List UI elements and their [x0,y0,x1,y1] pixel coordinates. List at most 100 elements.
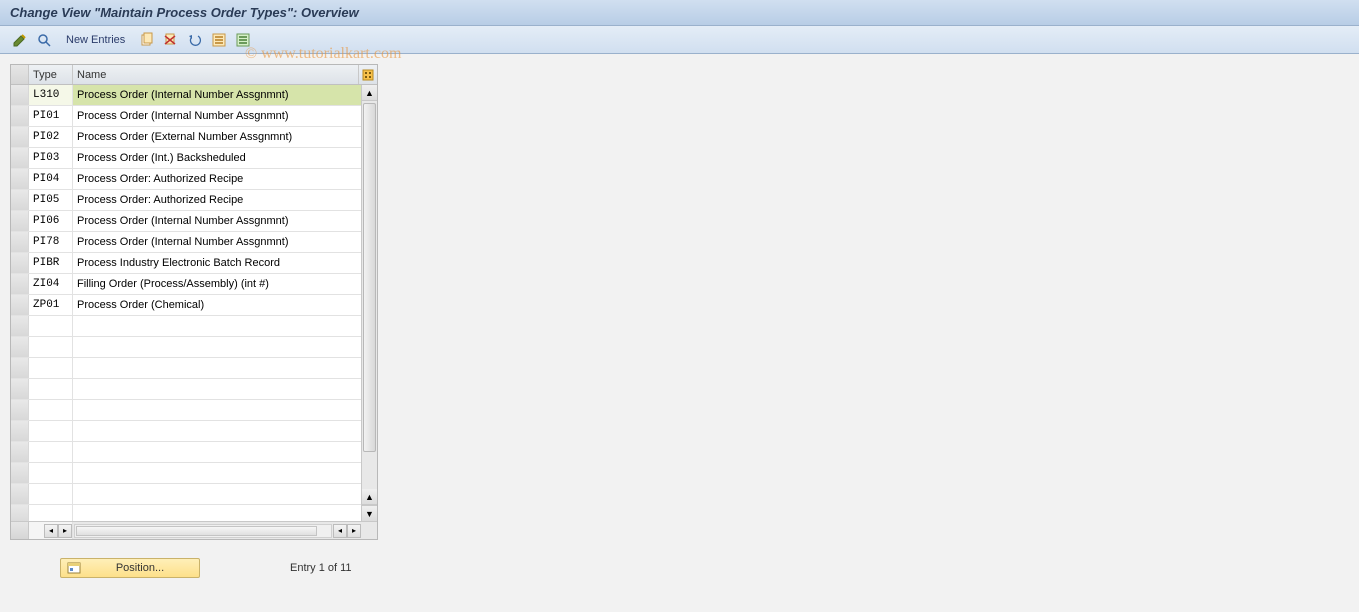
table-settings-icon[interactable] [359,65,377,84]
row-selector[interactable] [11,442,29,462]
row-selector[interactable] [11,400,29,420]
cell-type[interactable] [29,463,73,483]
cell-name[interactable] [73,316,361,336]
row-selector[interactable] [11,505,29,521]
table-row[interactable]: PI04Process Order: Authorized Recipe [11,169,361,190]
cell-type[interactable] [29,379,73,399]
vertical-scrollbar[interactable]: ▲ ▲ ▼ [361,85,377,521]
cell-type[interactable]: PIBR [29,253,73,273]
cell-name[interactable] [73,337,361,357]
cell-type[interactable] [29,400,73,420]
cell-name[interactable] [73,400,361,420]
row-selector[interactable] [11,169,29,189]
cell-type[interactable] [29,316,73,336]
scroll-left-icon[interactable]: ▸ [58,524,72,538]
cell-name[interactable]: Process Order (Internal Number Assgnmnt) [73,106,361,126]
cell-type[interactable]: PI04 [29,169,73,189]
cell-name[interactable]: Process Order (Int.) Backsheduled [73,148,361,168]
scroll-thumb[interactable] [363,103,376,452]
cell-name[interactable]: Filling Order (Process/Assembly) (int #) [73,274,361,294]
cell-type[interactable]: ZP01 [29,295,73,315]
table-row[interactable]: ZI04Filling Order (Process/Assembly) (in… [11,274,361,295]
table-row[interactable] [11,316,361,337]
cell-type[interactable]: ZI04 [29,274,73,294]
row-selector[interactable] [11,295,29,315]
row-selector[interactable] [11,316,29,336]
deselect-all-icon[interactable] [233,30,253,50]
cell-name[interactable] [73,421,361,441]
details-icon[interactable] [34,30,54,50]
row-selector[interactable] [11,421,29,441]
cell-name[interactable]: Process Order: Authorized Recipe [73,190,361,210]
cell-name[interactable] [73,442,361,462]
cell-name[interactable] [73,484,361,504]
row-selector[interactable] [11,253,29,273]
table-row[interactable]: L310Process Order (Internal Number Assgn… [11,85,361,106]
row-selector[interactable] [11,190,29,210]
row-selector[interactable] [11,148,29,168]
cell-type[interactable]: PI02 [29,127,73,147]
table-row[interactable] [11,400,361,421]
table-row[interactable] [11,463,361,484]
new-entries-button[interactable]: New Entries [58,30,133,50]
scroll-up2-icon[interactable]: ▲ [362,489,377,505]
horizontal-scrollbar[interactable]: ◂ ▸ ◂ ▸ [11,521,377,539]
scroll-right-end-icon[interactable]: ▸ [347,524,361,538]
cell-type[interactable] [29,484,73,504]
cell-name[interactable]: Process Order: Authorized Recipe [73,169,361,189]
position-button[interactable]: Position... [60,558,200,578]
cell-name[interactable]: Process Order (Internal Number Assgnmnt) [73,232,361,252]
cell-name[interactable] [73,505,361,521]
select-all-icon[interactable] [209,30,229,50]
table-row[interactable] [11,505,361,521]
scroll-left-end-icon[interactable]: ◂ [44,524,58,538]
cell-type[interactable] [29,421,73,441]
cell-name[interactable]: Process Order (External Number Assgnmnt) [73,127,361,147]
cell-name[interactable] [73,463,361,483]
table-row[interactable]: PI05Process Order: Authorized Recipe [11,190,361,211]
cell-type[interactable]: PI05 [29,190,73,210]
row-selector[interactable] [11,484,29,504]
cell-type[interactable] [29,337,73,357]
delete-icon[interactable] [161,30,181,50]
row-selector[interactable] [11,106,29,126]
cell-type[interactable]: PI01 [29,106,73,126]
change-icon[interactable] [10,30,30,50]
table-row[interactable]: ZP01Process Order (Chemical) [11,295,361,316]
cell-name[interactable]: Process Order (Internal Number Assgnmnt) [73,85,361,105]
cell-type[interactable] [29,358,73,378]
table-row[interactable]: PI02Process Order (External Number Assgn… [11,127,361,148]
cell-type[interactable]: L310 [29,85,73,105]
copy-icon[interactable] [137,30,157,50]
scroll-track[interactable] [362,101,377,489]
row-selector[interactable] [11,463,29,483]
table-row[interactable] [11,379,361,400]
scroll-down-icon[interactable]: ▼ [362,505,377,521]
table-row[interactable]: PIBRProcess Industry Electronic Batch Re… [11,253,361,274]
table-row[interactable]: PI78Process Order (Internal Number Assgn… [11,232,361,253]
row-selector[interactable] [11,211,29,231]
cell-type[interactable]: PI03 [29,148,73,168]
scroll-right-icon[interactable]: ◂ [333,524,347,538]
table-row[interactable]: PI01Process Order (Internal Number Assgn… [11,106,361,127]
table-row[interactable]: PI03Process Order (Int.) Backsheduled [11,148,361,169]
row-selector[interactable] [11,379,29,399]
column-header-type[interactable]: Type [29,65,73,84]
cell-type[interactable]: PI06 [29,211,73,231]
cell-type[interactable]: PI78 [29,232,73,252]
table-row[interactable] [11,484,361,505]
select-all-column[interactable] [11,65,29,84]
hscroll-track[interactable] [74,524,332,538]
table-row[interactable] [11,421,361,442]
cell-name[interactable] [73,358,361,378]
row-selector[interactable] [11,337,29,357]
cell-type[interactable] [29,442,73,462]
hscroll-thumb[interactable] [76,526,317,536]
cell-name[interactable]: Process Order (Chemical) [73,295,361,315]
row-selector[interactable] [11,358,29,378]
row-selector[interactable] [11,127,29,147]
row-selector[interactable] [11,232,29,252]
column-header-name[interactable]: Name [73,65,359,84]
table-row[interactable]: PI06Process Order (Internal Number Assgn… [11,211,361,232]
table-row[interactable] [11,337,361,358]
